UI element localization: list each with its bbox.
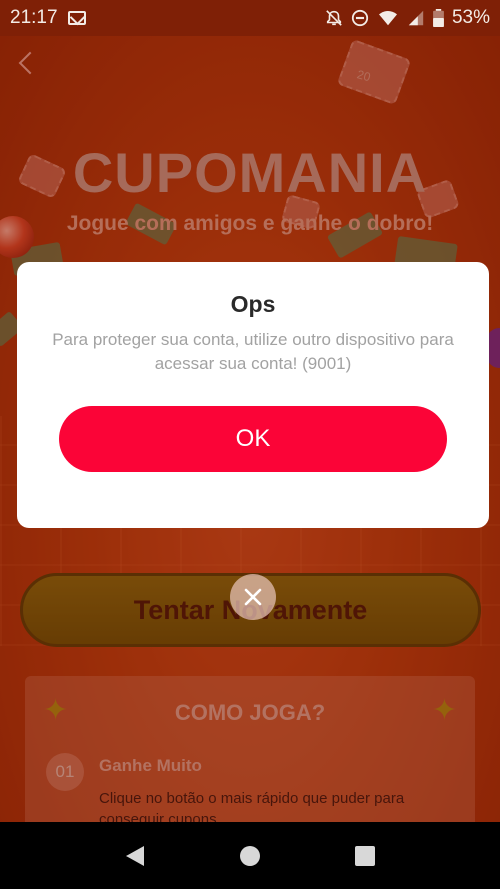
- dialog-title: Ops: [230, 291, 276, 317]
- signal-icon: [408, 10, 424, 26]
- close-dialog-button[interactable]: [230, 574, 276, 620]
- nav-home-button[interactable]: [230, 836, 270, 876]
- circle-home-icon: [239, 845, 260, 866]
- triangle-back-icon: [126, 845, 145, 866]
- gmail-icon: [67, 11, 86, 25]
- wifi-icon: [378, 11, 397, 26]
- do-not-disturb-icon: [351, 9, 369, 27]
- mute-icon: [326, 10, 342, 26]
- nav-back-button[interactable]: [115, 836, 155, 876]
- status-right: 53%: [325, 7, 490, 29]
- status-left: 21:17: [10, 7, 86, 29]
- error-dialog: Ops Para proteger sua conta, utilize out…: [17, 262, 489, 528]
- square-recents-icon: [354, 845, 375, 866]
- battery-icon: [433, 9, 444, 27]
- status-bar: 21:17 53%: [0, 0, 500, 36]
- nav-recents-button[interactable]: [345, 836, 385, 876]
- navigation-bar: [0, 822, 500, 889]
- dialog-message: Para proteger sua conta, utilize outro d…: [52, 330, 454, 373]
- close-icon: [244, 588, 262, 606]
- battery-percent: 53%: [451, 7, 490, 28]
- clock: 21:17: [10, 7, 58, 28]
- ok-button[interactable]: OK: [59, 406, 447, 472]
